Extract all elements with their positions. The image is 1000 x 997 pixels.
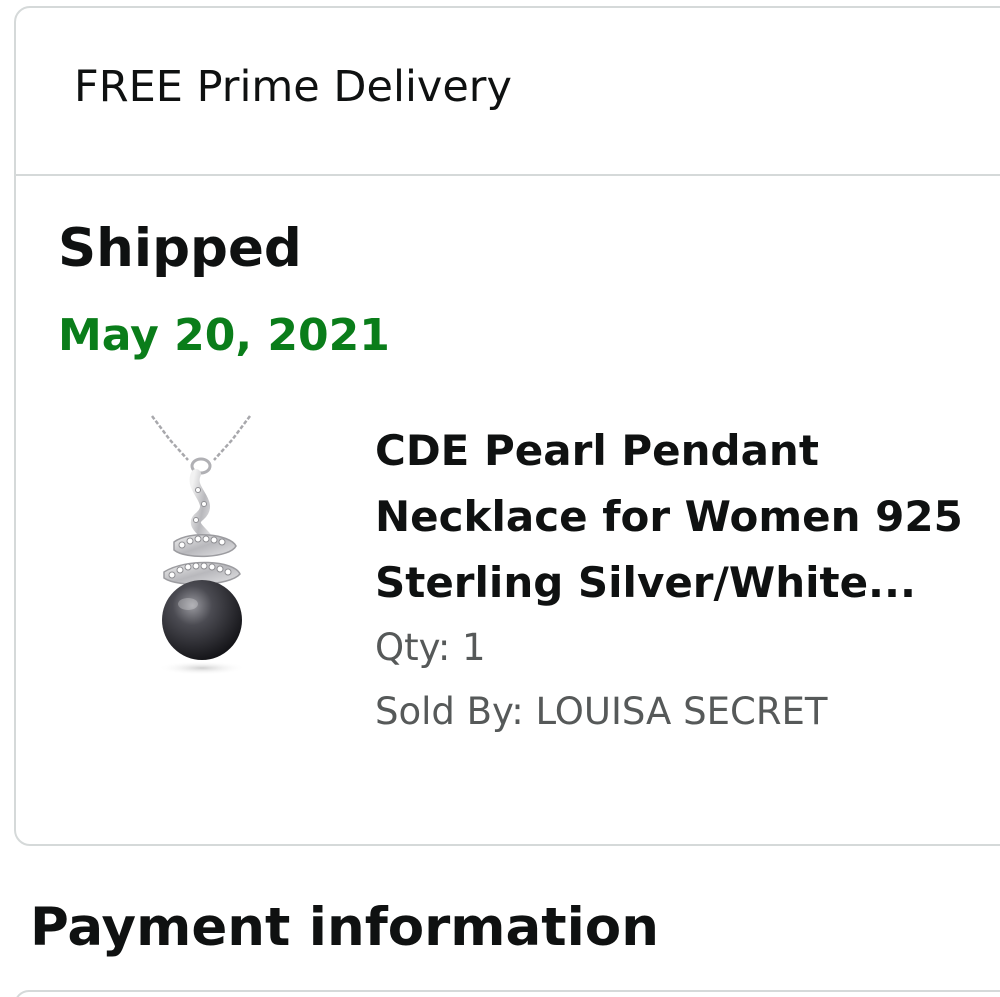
product-seller: Sold By: LOUISA SECRET [375, 690, 828, 733]
shipment-status-title: Shipped [58, 218, 302, 279]
product-title-link[interactable]: CDE Pearl Pendant Necklace for Women 925… [375, 418, 975, 616]
delivery-type-label: FREE Prime Delivery [74, 62, 512, 112]
pearl-pendant-necklace-image [151, 415, 251, 675]
product-image[interactable] [130, 410, 270, 675]
payment-information-heading: Payment information [30, 897, 659, 958]
shipment-date: May 20, 2021 [58, 310, 390, 361]
payment-card [14, 990, 1000, 997]
product-quantity: Qty: 1 [375, 626, 486, 669]
order-details-page: FREE Prime Delivery Shipped May 20, 2021 [0, 0, 1000, 997]
delivery-header: FREE Prime Delivery [16, 8, 1000, 176]
